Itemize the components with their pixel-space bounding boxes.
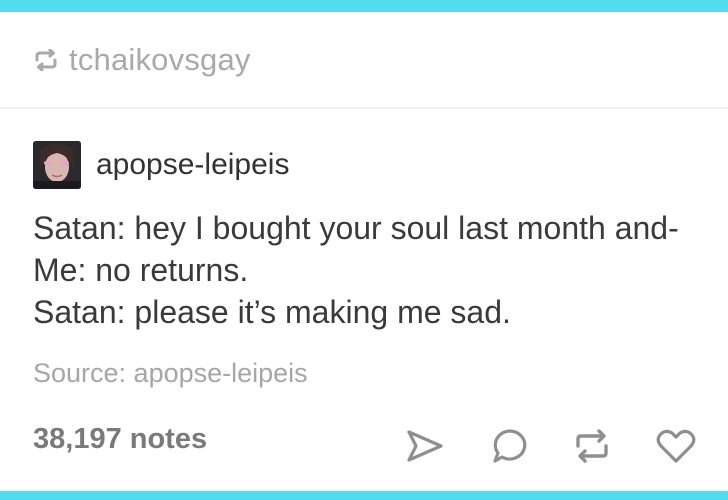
like-icon	[656, 428, 696, 464]
bottom-accent-bar	[0, 491, 728, 500]
like-button[interactable]	[654, 424, 698, 468]
reblog-header: tchaikovsgay	[0, 12, 728, 109]
reblog-button[interactable]	[570, 424, 614, 468]
reply-icon	[492, 428, 528, 464]
post-line: Satan: please it’s making me sad.	[33, 294, 511, 330]
post-line: Satan: hey I bought your soul last month…	[33, 210, 679, 246]
author-name[interactable]: apopse-leipeis	[96, 148, 289, 182]
post-author: apopse-leipeis	[33, 140, 289, 190]
share-icon	[406, 429, 444, 463]
reblog-username[interactable]: tchaikovsgay	[69, 42, 251, 78]
share-button[interactable]	[403, 424, 447, 468]
post-body: Satan: hey I bought your soul last month…	[33, 207, 703, 333]
top-accent-bar	[0, 0, 728, 12]
avatar[interactable]	[33, 141, 81, 189]
notes-count[interactable]: 38,197 notes	[33, 423, 207, 456]
post-actions	[400, 424, 700, 468]
post-source[interactable]: Source: apopse-leipeis	[33, 358, 308, 389]
reblog-small-icon	[33, 48, 59, 71]
reply-button[interactable]	[488, 424, 532, 468]
post-line: Me: no returns.	[33, 252, 249, 288]
reblog-icon	[573, 429, 611, 463]
